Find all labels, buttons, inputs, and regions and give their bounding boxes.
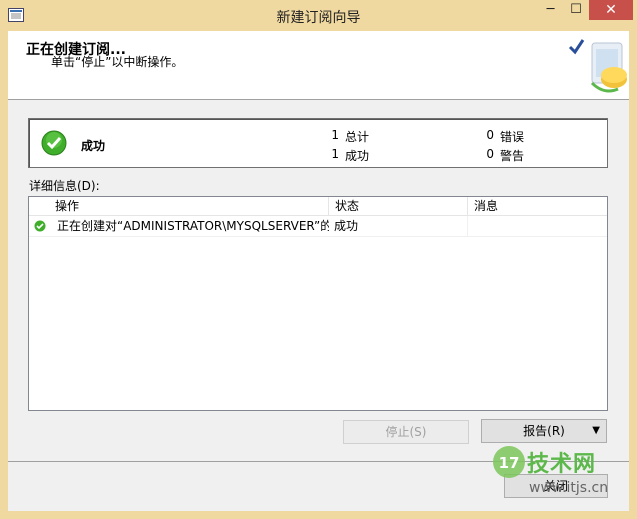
status-summary: 成功 1 总计 1 成功 0 错误 0 警告	[28, 118, 608, 168]
total-count: 1	[331, 128, 339, 142]
report-button[interactable]: 报告(R) ▼	[481, 419, 607, 443]
success-check-icon	[41, 130, 67, 156]
maximize-button[interactable]: ☐	[563, 0, 589, 20]
close-window-button[interactable]: ✕	[589, 0, 633, 20]
wizard-body: 正在创建订阅... 单击“停止”以中断操作。 成功 1 总计 1 成功 0 错误…	[8, 31, 629, 511]
minimize-button[interactable]: ─	[538, 0, 563, 20]
error-label: 错误	[500, 130, 525, 144]
report-button-label: 报告(R)	[523, 424, 565, 438]
table-row[interactable]: 正在创建对“ADMINISTRATOR\MYSQLSERVER”的... 成功	[29, 216, 607, 237]
warning-count: 0	[486, 147, 494, 161]
wizard-graphic-icon	[568, 39, 627, 93]
watermark-badge: 17	[499, 454, 520, 472]
overall-status: 成功	[81, 139, 106, 153]
watermark-url: www.itjs.cn	[529, 480, 609, 496]
column-header-status[interactable]: 状态	[329, 197, 468, 215]
stop-button[interactable]: 停止(S)	[343, 420, 469, 444]
row-status: 成功	[334, 219, 359, 233]
wizard-header: 正在创建订阅... 单击“停止”以中断操作。	[8, 31, 629, 100]
list-header: 操作 状态 消息	[29, 197, 607, 216]
total-label: 总计	[345, 130, 370, 144]
details-list[interactable]: 操作 状态 消息 正在创建对“ADMINISTRATOR\MYSQLSERVER…	[28, 196, 608, 411]
wizard-window: 新建订阅向导 ─ ☐ ✕ 正在创建订阅... 单击“停止”以中断操作。 成功 1…	[0, 0, 637, 519]
success-label: 成功	[345, 149, 370, 163]
details-label: 详细信息(D):	[29, 179, 100, 193]
warning-label: 警告	[500, 149, 525, 163]
page-subtitle: 单击“停止”以中断操作。	[51, 55, 184, 69]
column-header-action[interactable]: 操作	[49, 197, 329, 215]
title-bar[interactable]: 新建订阅向导 ─ ☐ ✕	[0, 0, 637, 30]
success-count: 1	[331, 147, 339, 161]
success-check-icon	[34, 220, 46, 232]
watermark-text: 技术网	[527, 452, 597, 477]
error-count: 0	[486, 128, 494, 142]
row-action: 正在创建对“ADMINISTRATOR\MYSQLSERVER”的...	[57, 219, 329, 233]
watermark-logo-icon: 17	[493, 446, 525, 478]
chevron-down-icon: ▼	[592, 425, 600, 436]
watermark: 17 技术网 www.itjs.cn	[489, 444, 629, 514]
column-header-message[interactable]: 消息	[468, 197, 607, 215]
row-message	[467, 216, 607, 236]
